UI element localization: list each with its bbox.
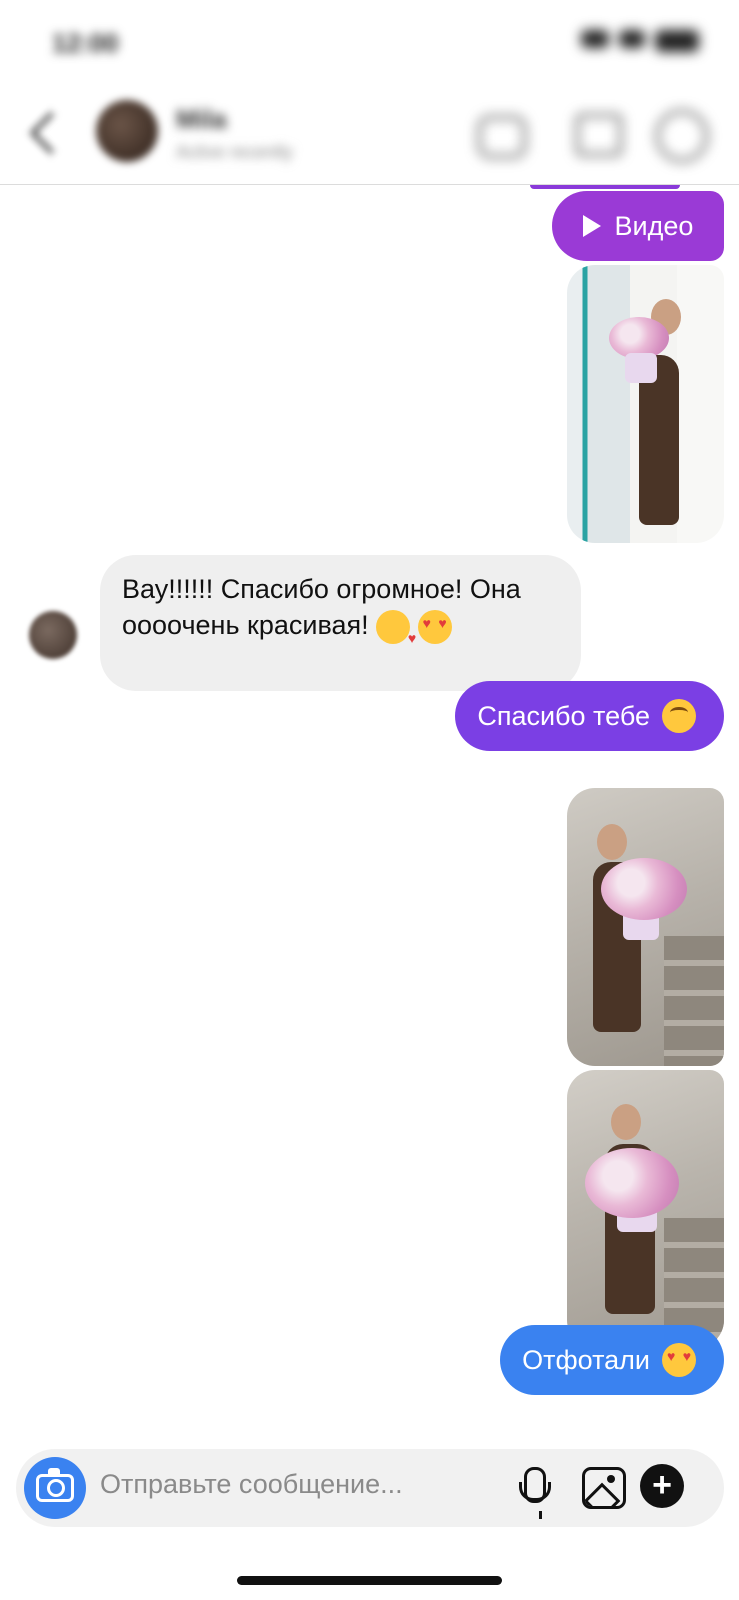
photo-figure-head xyxy=(597,824,627,860)
photo-box xyxy=(625,353,657,383)
incoming-message-bubble[interactable]: Вау!!!!!! Спасибо огромное! Она оооочень… xyxy=(100,555,581,691)
back-chevron-icon[interactable] xyxy=(29,111,73,155)
plus-icon[interactable]: + xyxy=(640,1464,684,1508)
camera-button[interactable] xyxy=(24,1457,86,1519)
photo-message[interactable] xyxy=(567,788,724,1066)
info-icon[interactable] xyxy=(656,110,708,162)
video-label: Видео xyxy=(614,211,694,241)
photo-bouquet xyxy=(601,858,687,920)
sender-avatar[interactable] xyxy=(29,611,77,659)
heart-eyes-emoji-icon xyxy=(417,609,452,644)
home-indicator[interactable] xyxy=(237,1576,502,1585)
incoming-message-text: Вау!!!!!! Спасибо огромное! Она оооочень… xyxy=(122,574,521,640)
video-message-bubble[interactable]: Видео xyxy=(552,191,724,261)
message-thread[interactable]: Видео Вау!!!!!! Спасибо огромное! Она оо… xyxy=(0,185,739,1435)
outgoing-message-bubble[interactable]: Отфотали xyxy=(500,1325,724,1395)
heart-eyes-emoji-icon xyxy=(662,1343,696,1377)
photo-stairs xyxy=(664,936,724,1066)
flag-icon[interactable] xyxy=(576,114,622,156)
gallery-icon[interactable] xyxy=(582,1467,626,1509)
message-input[interactable]: Отправьте сообщение... xyxy=(100,1469,403,1500)
upside-down-face-emoji-icon xyxy=(662,699,696,733)
outgoing-message-bubble[interactable]: Спасибо тебе xyxy=(455,681,724,751)
microphone-stand xyxy=(539,1511,542,1519)
status-bar: 12:00 xyxy=(0,0,739,88)
photo-figure-head xyxy=(611,1104,641,1140)
play-icon xyxy=(582,215,601,237)
photo-bouquet xyxy=(585,1148,679,1218)
kiss-emoji-icon xyxy=(376,609,416,656)
outgoing-message-text: Спасибо тебе xyxy=(477,701,650,731)
contact-status: Active recently xyxy=(176,142,294,162)
camera-icon xyxy=(36,1468,74,1502)
previous-message-edge xyxy=(530,185,680,189)
contact-name[interactable]: Mila xyxy=(176,104,227,135)
photo-message[interactable] xyxy=(567,265,724,543)
video-call-icon[interactable] xyxy=(478,116,526,158)
photo-message[interactable] xyxy=(567,1070,724,1348)
microphone-icon[interactable] xyxy=(519,1467,551,1503)
outgoing-message-text: Отфотали xyxy=(522,1345,650,1375)
status-time: 12:00 xyxy=(52,28,119,58)
status-icons xyxy=(581,30,699,52)
chat-header: Mila Active recently xyxy=(0,88,739,185)
message-composer: Отправьте сообщение... + xyxy=(16,1449,724,1527)
contact-avatar[interactable] xyxy=(96,100,158,162)
